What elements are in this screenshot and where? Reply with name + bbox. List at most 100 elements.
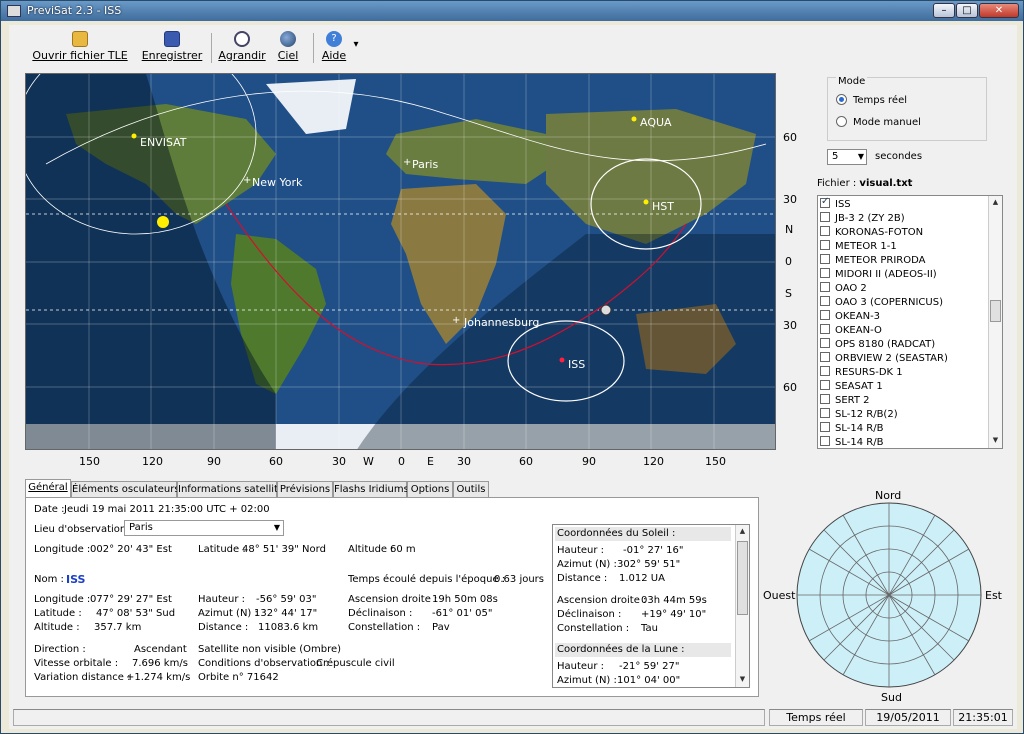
orbit-number: Orbite n° 71642 [198,672,279,683]
satellite-list-item[interactable]: SL-12 R/B(2) [820,408,898,422]
radio-manual[interactable]: Mode manuel [836,116,976,128]
satellite-checkbox[interactable] [820,436,830,446]
radio-dot[interactable] [836,116,847,127]
satellite-checkbox[interactable] [820,296,830,306]
sun-azimuth-value: 302° 59' 51" [617,559,681,570]
tab-general[interactable]: Général [25,479,71,499]
direction-label: Direction : [34,644,86,655]
sun-ra-label: Ascension droite : [557,595,647,606]
satellite-name: OKEAN-3 [835,311,881,322]
scroll-thumb[interactable] [990,300,1001,322]
satellite-checkbox[interactable] [820,268,830,278]
satellite-list-item[interactable]: OKEAN-3 [820,310,880,324]
lat-label: S [785,287,792,300]
satellite-checkbox[interactable] [820,196,830,208]
satellite-checkbox[interactable] [820,226,830,236]
sat-distance-value: 11083.6 km [258,622,319,633]
lat-label: 30 [783,193,797,206]
satellite-checkbox[interactable] [820,282,830,292]
sky-button[interactable]: Ciel [273,31,303,67]
scroll-down-arrow[interactable]: ▼ [989,436,1002,444]
sun-moon-coordinates[interactable]: Coordonnées du Soleil : Hauteur : -01° 2… [552,524,750,688]
coordinates-scrollbar[interactable]: ▲ ▼ [735,525,749,687]
lat-label: 30 [783,319,797,332]
satellite-list-item[interactable]: METEOR 1-1 [820,240,897,254]
sat-latitude-value: 47° 08' 53" Sud [96,608,176,619]
obs-longitude-label: Longitude : [34,544,91,555]
satellite-list-item[interactable]: SEASAT 1 [820,380,883,394]
sat-azimuth-label: Azimut (N) : [198,608,258,619]
satellite-list-item[interactable]: RESURS-DK 1 [820,366,903,380]
sat-ra-value: 19h 50m 08s [432,594,498,605]
close-button[interactable]: ✕ [979,3,1019,18]
satellite-name: OKEAN-O [835,325,882,336]
direction-value: Ascendant [134,644,187,655]
satellite-list-item[interactable]: OAO 2 [820,282,867,296]
radio-dot[interactable] [836,94,847,105]
lat-label: 60 [783,381,797,394]
satellite-list-item[interactable]: ORBVIEW 2 (SEASTAR) [820,352,948,366]
satellite-list-item[interactable]: MIDORI II (ADEOS-II) [820,268,937,282]
location-select[interactable]: Paris ▼ [124,520,284,536]
satellite-list-item[interactable]: ISS [820,196,851,212]
chevron-down-icon[interactable]: ▼ [274,521,280,535]
save-button[interactable]: Enregistrer [139,31,205,67]
maximize-button[interactable]: □ [956,3,978,18]
satellite-checkbox[interactable] [820,324,830,334]
obs-altitude-value: 60 m [390,544,416,555]
satellite-list-item[interactable]: SL-14 R/B [820,422,883,436]
chevron-down-icon[interactable]: ▼ [858,150,864,164]
scroll-thumb[interactable] [737,541,748,615]
satellite-list-item[interactable]: OKEAN-O [820,324,882,338]
lon-label: E [427,455,434,468]
status-date: 19/05/2011 [865,709,951,726]
satellite-list-item[interactable]: OAO 3 (COPERNICUS) [820,296,943,310]
city-label-paris: Paris [412,158,439,171]
satellite-checkbox[interactable] [820,366,830,376]
radio-realtime[interactable]: Temps réel [836,94,976,106]
satellite-checkbox[interactable] [820,380,830,390]
satellite-checkbox[interactable] [820,408,830,418]
scroll-up-arrow[interactable]: ▲ [736,527,749,535]
satellite-list-item[interactable]: METEOR PRIRODA [820,254,925,268]
sat-latitude-label: Latitude : [34,608,82,619]
world-map[interactable]: + + + Paris New York Johannesburg ISS HS… [25,73,776,450]
satellite-list-scrollbar[interactable]: ▲ ▼ [988,196,1002,448]
satellite-list-item[interactable]: JB-3 2 (ZY 2B) [820,212,905,226]
sky-chart[interactable]: Nord Sud Est Ouest [763,485,1009,705]
lon-label: 60 [519,455,533,468]
satellite-checkbox[interactable] [820,394,830,404]
satellite-checkbox[interactable] [820,422,830,432]
sat-elevation-label: Hauteur : [198,594,246,605]
zoom-button[interactable]: Agrandir [217,31,267,67]
lon-label: 120 [142,455,163,468]
satellite-checkbox[interactable] [820,240,830,250]
satellite-list-item[interactable]: SERT 2 [820,394,870,408]
minimize-button[interactable]: – [933,3,955,18]
satellite-name: SL-14 R/B [835,437,884,448]
save-icon [164,31,180,47]
mode-legend: Mode [836,76,868,87]
satellite-checkbox[interactable] [820,310,830,320]
title-bar[interactable]: PreviSat 2.3 - ISS – □ ✕ [1,1,1023,21]
epoch-label: Temps écoulé depuis l'époque : [348,574,506,585]
help-dropdown-arrow[interactable]: ▾ [349,39,363,75]
open-tle-button[interactable]: Ouvrir fichier TLE [29,31,131,67]
satellite-name: SEASAT 1 [835,381,883,392]
lat-label: N [785,223,794,236]
satellite-list-item[interactable]: KORONAS-FOTON [820,226,923,240]
interval-select[interactable]: 5 ▼ [827,149,867,165]
satellite-checkbox[interactable] [820,338,830,348]
lon-label: 30 [457,455,471,468]
satellite-checkbox[interactable] [820,254,830,264]
scroll-up-arrow[interactable]: ▲ [989,198,1002,206]
satellite-list[interactable]: ISS JB-3 2 (ZY 2B) KORONAS-FOTON METEOR 1-1… [817,195,1003,449]
satellite-list-item[interactable]: OPS 8180 (RADCAT) [820,338,935,352]
sat-label-iss: ISS [568,358,586,371]
sun-icon [157,216,169,228]
help-button[interactable]: ? Aide [319,31,349,67]
scroll-down-arrow[interactable]: ▼ [736,675,749,683]
satellite-checkbox[interactable] [820,352,830,362]
satellite-list-item[interactable]: SL-14 R/B [820,436,884,448]
satellite-checkbox[interactable] [820,212,830,222]
